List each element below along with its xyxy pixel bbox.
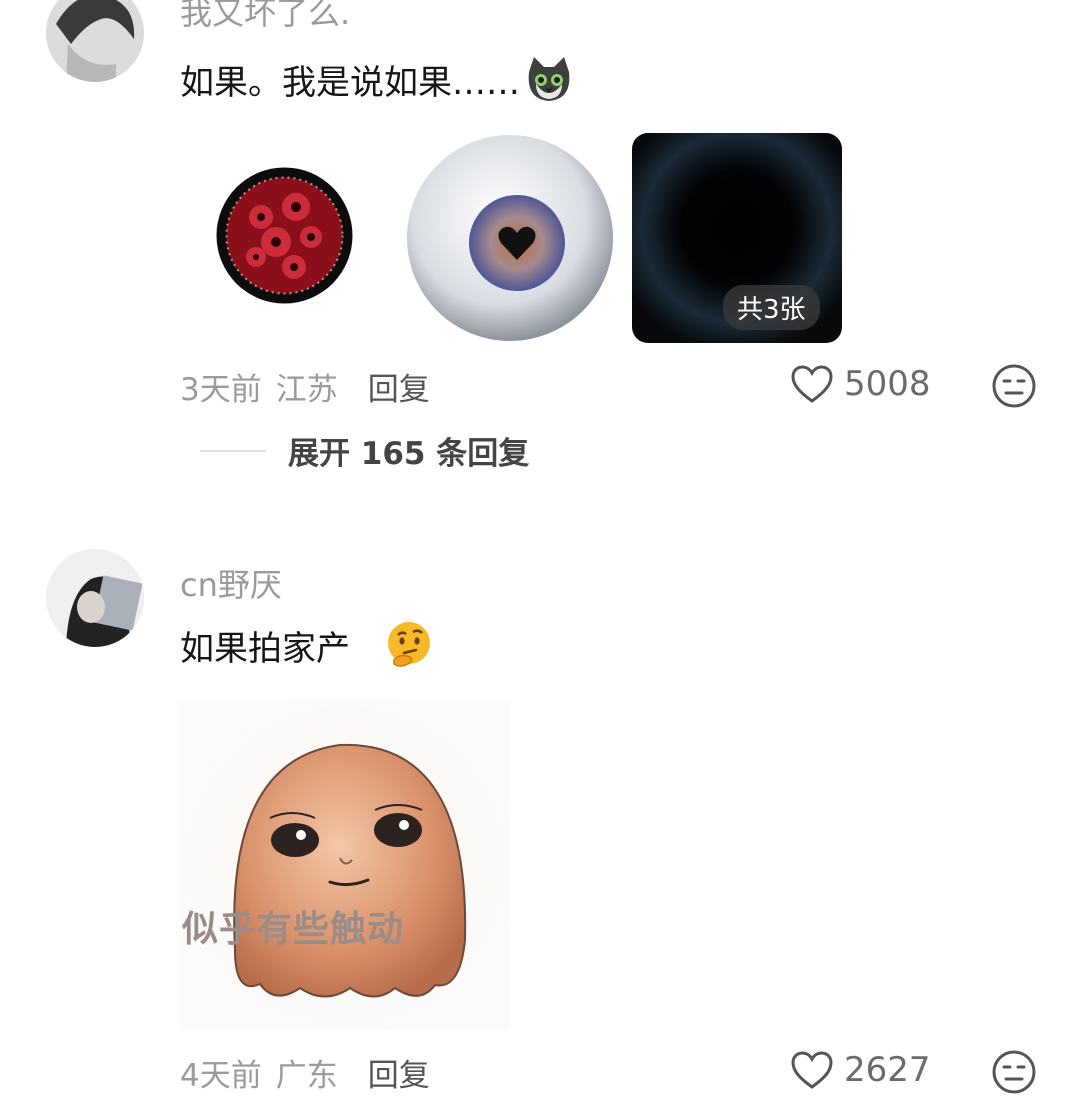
comment-location: 广东 bbox=[275, 1058, 338, 1094]
comment-username[interactable]: cn野厌 bbox=[180, 560, 282, 606]
heart-icon bbox=[790, 1050, 834, 1090]
avatar[interactable] bbox=[46, 0, 144, 82]
sticker-caption: 似乎有些触动 bbox=[182, 909, 405, 950]
comment-meta: 3天前 江苏 回复 bbox=[180, 364, 430, 409]
cat-emoji-icon bbox=[524, 54, 574, 104]
sticker-image[interactable]: 似乎有些触动 bbox=[180, 700, 510, 1030]
comment-text: 如果拍家产 bbox=[180, 628, 350, 669]
like-button[interactable]: 5008 bbox=[790, 364, 931, 404]
thinking-face-emoji-icon bbox=[384, 620, 434, 670]
reply-button[interactable]: 回复 bbox=[368, 1050, 430, 1095]
comment-time: 3天前 bbox=[180, 372, 262, 408]
heart-icon bbox=[790, 364, 834, 404]
comment-body: 如果拍家产 bbox=[180, 620, 434, 670]
expand-replies[interactable]: 展开 165 条回复 bbox=[200, 428, 529, 473]
avatar[interactable] bbox=[46, 549, 144, 647]
reply-button[interactable]: 回复 bbox=[368, 364, 430, 409]
red-eye-image[interactable] bbox=[216, 167, 353, 304]
comment-location: 江苏 bbox=[275, 372, 338, 408]
like-count: 2627 bbox=[844, 1050, 931, 1090]
comment-body: 如果。我是说如果…… bbox=[180, 54, 574, 104]
dislike-face-icon[interactable] bbox=[991, 363, 1037, 409]
divider-line bbox=[200, 449, 266, 452]
image-count-badge: 共3张 bbox=[723, 285, 820, 330]
like-count: 5008 bbox=[844, 364, 931, 404]
comment-time: 4天前 bbox=[180, 1058, 262, 1094]
comment-meta: 4天前 广东 回复 bbox=[180, 1050, 430, 1095]
expand-replies-label: 展开 165 条回复 bbox=[288, 436, 530, 472]
comment-username[interactable]: 我又坏了么. bbox=[180, 0, 350, 34]
heart-iris-eyeball-image[interactable] bbox=[405, 133, 615, 343]
dislike-face-icon[interactable] bbox=[991, 1049, 1037, 1095]
comment-text: 如果。我是说如果…… bbox=[180, 62, 520, 103]
like-button[interactable]: 2627 bbox=[790, 1050, 931, 1090]
